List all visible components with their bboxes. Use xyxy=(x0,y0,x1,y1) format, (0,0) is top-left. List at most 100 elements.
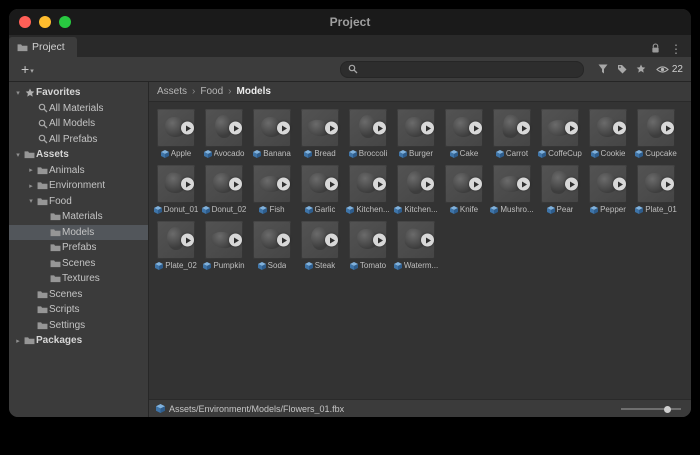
play-button[interactable] xyxy=(181,178,194,191)
play-button[interactable] xyxy=(517,178,530,191)
play-button[interactable] xyxy=(277,234,290,247)
sidebar-item[interactable]: Settings xyxy=(9,318,148,334)
asset-item[interactable]: Carrot xyxy=(488,109,536,158)
sidebar-item[interactable]: Scenes xyxy=(9,256,148,272)
play-button[interactable] xyxy=(565,122,578,135)
asset-item[interactable]: Waterm... xyxy=(392,221,440,270)
asset-item[interactable]: Bread xyxy=(296,109,344,158)
search-input[interactable] xyxy=(363,64,576,75)
sidebar-item[interactable]: Prefabs xyxy=(9,240,148,256)
play-button[interactable] xyxy=(181,234,194,247)
asset-item[interactable]: Apple xyxy=(152,109,200,158)
sidebar-item[interactable]: ▸ Animals xyxy=(9,163,148,179)
breadcrumb-segment[interactable]: Assets xyxy=(157,86,187,97)
play-button[interactable] xyxy=(517,122,530,135)
asset-thumbnail[interactable] xyxy=(541,109,579,147)
disclosure-arrow[interactable]: ▸ xyxy=(26,166,36,174)
sidebar-item[interactable]: Models xyxy=(9,225,148,241)
sidebar-item[interactable]: Scripts xyxy=(9,302,148,318)
title-bar[interactable]: Project xyxy=(9,9,691,35)
asset-item[interactable]: Fish xyxy=(248,165,296,214)
asset-item[interactable]: Banana xyxy=(248,109,296,158)
asset-thumbnail[interactable] xyxy=(253,221,291,259)
asset-thumbnail[interactable] xyxy=(397,165,435,203)
asset-thumbnail[interactable] xyxy=(589,165,627,203)
asset-item[interactable]: Pumpkin xyxy=(200,221,248,270)
asset-item[interactable]: Cupcake xyxy=(632,109,680,158)
asset-item[interactable]: Cookie xyxy=(584,109,632,158)
asset-item[interactable]: Donut_02 xyxy=(200,165,248,214)
asset-thumbnail[interactable] xyxy=(589,109,627,147)
asset-thumbnail[interactable] xyxy=(397,109,435,147)
more-menu-icon[interactable]: ⋮ xyxy=(670,44,682,54)
hidden-packages-toggle[interactable]: 22 xyxy=(656,64,683,75)
sidebar-item[interactable]: ▸ Environment xyxy=(9,178,148,194)
tab-project[interactable]: Project xyxy=(9,37,77,57)
asset-item[interactable]: Mushro... xyxy=(488,165,536,214)
asset-thumbnail[interactable] xyxy=(253,109,291,147)
play-button[interactable] xyxy=(661,122,674,135)
asset-thumbnail[interactable] xyxy=(157,165,195,203)
asset-item[interactable]: Pepper xyxy=(584,165,632,214)
play-button[interactable] xyxy=(229,122,242,135)
filter-by-type-icon[interactable] xyxy=(598,64,608,74)
sidebar-item[interactable]: ▾ Favorites xyxy=(9,85,148,101)
asset-thumbnail[interactable] xyxy=(205,109,243,147)
sidebar-item[interactable]: All Prefabs xyxy=(9,132,148,148)
play-button[interactable] xyxy=(181,122,194,135)
play-button[interactable] xyxy=(469,122,482,135)
play-button[interactable] xyxy=(421,178,434,191)
asset-item[interactable]: Knife xyxy=(440,165,488,214)
disclosure-arrow[interactable]: ▸ xyxy=(13,337,23,345)
play-button[interactable] xyxy=(661,178,674,191)
disclosure-arrow[interactable]: ▾ xyxy=(13,89,23,97)
asset-thumbnail[interactable] xyxy=(445,109,483,147)
sidebar-item[interactable]: ▸ Packages xyxy=(9,333,148,349)
asset-item[interactable]: CoffeCup xyxy=(536,109,584,158)
play-button[interactable] xyxy=(421,122,434,135)
sidebar-item[interactable]: All Models xyxy=(9,116,148,132)
play-button[interactable] xyxy=(229,178,242,191)
play-button[interactable] xyxy=(421,234,434,247)
asset-thumbnail[interactable] xyxy=(637,165,675,203)
play-button[interactable] xyxy=(565,178,578,191)
zoom-slider[interactable] xyxy=(621,404,681,413)
sidebar-item[interactable]: ▾ Assets xyxy=(9,147,148,163)
asset-thumbnail[interactable] xyxy=(637,109,675,147)
asset-item[interactable]: Pear xyxy=(536,165,584,214)
asset-item[interactable]: Avocado xyxy=(200,109,248,158)
zoom-slider-track[interactable] xyxy=(621,408,681,410)
breadcrumb-segment[interactable]: Food xyxy=(200,86,223,97)
asset-thumbnail[interactable] xyxy=(301,165,339,203)
asset-thumbnail[interactable] xyxy=(349,165,387,203)
asset-item[interactable]: Steak xyxy=(296,221,344,270)
asset-thumbnail[interactable] xyxy=(205,221,243,259)
asset-item[interactable]: Kitchen... xyxy=(344,165,392,214)
asset-thumbnail[interactable] xyxy=(157,221,195,259)
disclosure-arrow[interactable]: ▾ xyxy=(13,151,23,159)
play-button[interactable] xyxy=(325,122,338,135)
asset-item[interactable]: Cake xyxy=(440,109,488,158)
asset-item[interactable]: Soda xyxy=(248,221,296,270)
play-button[interactable] xyxy=(277,122,290,135)
play-button[interactable] xyxy=(373,178,386,191)
asset-thumbnail[interactable] xyxy=(349,109,387,147)
asset-item[interactable]: Tomato xyxy=(344,221,392,270)
sidebar-item[interactable]: Textures xyxy=(9,271,148,287)
asset-thumbnail[interactable] xyxy=(349,221,387,259)
asset-thumbnail[interactable] xyxy=(541,165,579,203)
play-button[interactable] xyxy=(373,234,386,247)
asset-item[interactable]: Plate_01 xyxy=(632,165,680,214)
sidebar-item[interactable]: Materials xyxy=(9,209,148,225)
asset-thumbnail[interactable] xyxy=(445,165,483,203)
disclosure-arrow[interactable]: ▸ xyxy=(26,182,36,190)
asset-thumbnail[interactable] xyxy=(205,165,243,203)
asset-item[interactable]: Burger xyxy=(392,109,440,158)
play-button[interactable] xyxy=(469,178,482,191)
asset-item[interactable]: Donut_01 xyxy=(152,165,200,214)
asset-item[interactable]: Garlic xyxy=(296,165,344,214)
sidebar-item[interactable]: Scenes xyxy=(9,287,148,303)
asset-thumbnail[interactable] xyxy=(157,109,195,147)
disclosure-arrow[interactable]: ▾ xyxy=(26,197,36,205)
asset-thumbnail[interactable] xyxy=(493,165,531,203)
